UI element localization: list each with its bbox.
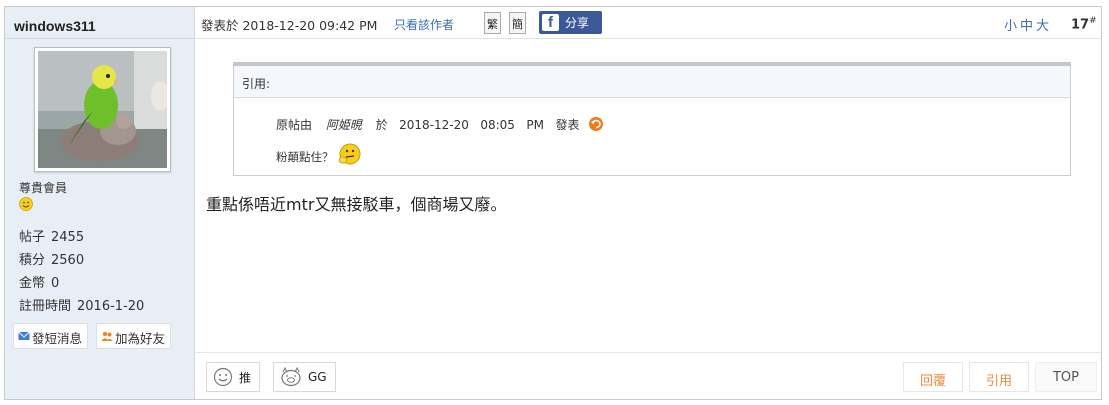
quote-button[interactable]: 引用 [969,362,1029,392]
stat-registered: 註冊時間 2016-1-20 [19,299,145,314]
quote-poster: 阿姫晛 [325,118,362,132]
author-only-link[interactable]: 只看該作者 [394,16,454,33]
stat-coins: 金幣 0 [19,276,60,291]
push-button[interactable]: 推 [206,362,261,392]
people-icon [101,331,113,341]
smile-face-icon [213,367,233,387]
avatar[interactable] [34,47,171,172]
quote-text: 粉顛點住？ [276,143,361,165]
thinking-emoji-icon [338,143,361,165]
post-header: 發表於 2018-12-20 09:42 PM 只看該作者 繁 簡 f 分享 小… [196,7,1101,39]
forum-post: windows311 尊貴會員 帖子 2455 積分 2560 金幣 0 註冊時… [4,6,1102,400]
traditional-chinese-button[interactable]: 繁 [484,12,501,34]
pig-face-icon [281,367,301,387]
post-body: 重點係唔近mtr又無接駁車，個商場又廢。 [206,195,507,214]
quote-block: 引用: 原帖由 阿姫晛 於 2018-12-20 08:05 PM 發表 粉顛點… [233,62,1071,176]
user-stats: 帖子 2455 積分 2560 金幣 0 註冊時間 2016-1-20 [19,226,144,318]
facebook-icon: f [542,14,559,31]
gg-button[interactable]: GG [273,362,336,392]
floor-number[interactable]: 17# [1071,16,1097,32]
reply-button[interactable]: 回覆 [903,362,963,392]
user-sidebar: windows311 尊貴會員 帖子 2455 積分 2560 金幣 0 註冊時… [5,7,195,399]
send-pm-button[interactable]: 發短消息 [13,323,89,349]
stat-posts: 帖子 2455 [19,230,85,245]
back-to-top-button[interactable]: TOP [1035,362,1097,392]
envelope-icon [18,331,30,340]
post-content: 發表於 2018-12-20 09:42 PM 只看該作者 繁 簡 f 分享 小… [196,7,1101,399]
post-date: 發表於 2018-12-20 09:42 PM [201,18,378,33]
stat-points: 積分 2560 [19,253,85,268]
username[interactable]: windows311 [5,7,194,39]
add-friend-button[interactable]: 加為好友 [96,323,172,349]
user-rank: 尊貴會員 [19,181,68,195]
post-actions: 推 GG 回覆 引用 TOP [196,352,1101,399]
rank-smiley-icon [19,197,33,211]
goto-original-icon[interactable] [589,117,604,131]
quote-source: 原帖由 阿姫晛 於 2018-12-20 08:05 PM 發表 [276,116,604,133]
facebook-share-button[interactable]: f 分享 [539,11,602,34]
font-size-links[interactable]: 小中大 [1004,15,1052,34]
simplified-chinese-button[interactable]: 簡 [509,12,526,34]
avatar-image [38,51,167,168]
quote-header: 引用: [234,66,1070,98]
